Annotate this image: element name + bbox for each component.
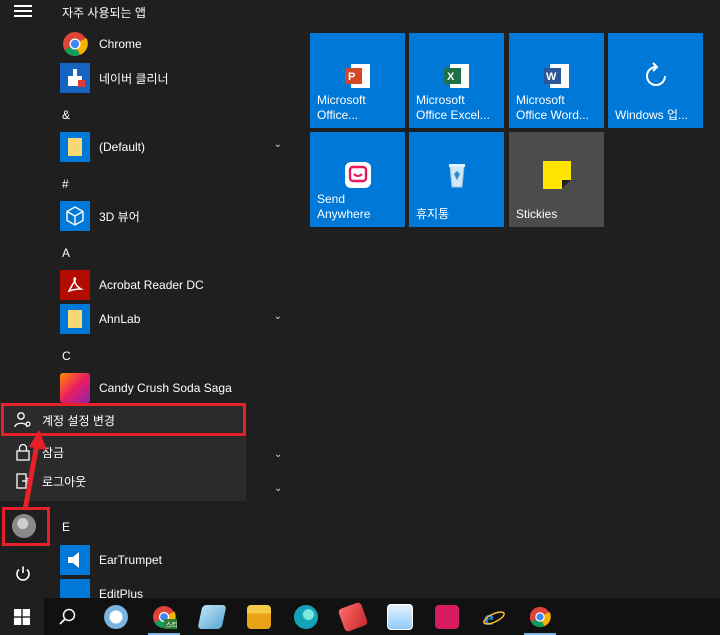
3d-viewer-icon [60,201,90,231]
eartrumpet-icon [60,545,90,575]
app-label: EarTrumpet [99,553,162,567]
notepad-icon[interactable] [190,598,234,635]
tile-label: Microsoft Office... [317,93,366,122]
app-item-eartrumpet[interactable]: EarTrumpet [60,544,292,576]
tile-stickies[interactable]: Stickies [509,132,604,227]
chevron-down-icon[interactable]: ⌄ [274,483,282,494]
stickies-icon [542,160,572,190]
tile-label: 휴지통 [416,207,450,221]
file-explorer-icon[interactable] [237,598,281,635]
frequent-apps-header: 자주 사용되는 앱 [62,6,146,20]
app-label: Acrobat Reader DC [99,278,204,292]
app-icon[interactable] [331,598,375,635]
tile-label: Microsoft Office Excel... [416,93,490,122]
svg-text:W: W [546,71,557,83]
section-letter-a[interactable]: A [62,246,70,260]
word-icon: W [542,61,572,91]
chrome-star-icon[interactable]: 스타 [142,598,186,635]
tile-office-powerpoint[interactable]: P Microsoft Office... [310,33,405,128]
hamburger-menu-icon[interactable] [14,5,32,19]
app-item-ahnlab-folder[interactable]: AhnLab ⌄ [60,303,292,335]
app-label: (Default) [99,140,146,154]
chevron-down-icon[interactable]: ⌄ [274,449,282,460]
powerpoint-icon: P [343,61,373,91]
app-label: 3D 뷰어 [99,209,140,224]
recycle-bin-icon [442,160,472,190]
app-label: AhnLab [99,312,141,326]
app-item-editplus[interactable]: EditPlus [60,578,292,598]
internet-explorer-icon[interactable]: e [472,598,516,635]
star-program-icon[interactable] [94,598,138,635]
app-item-3d-viewer[interactable]: 3D 뷰어 [60,200,292,232]
editplus-icon [60,579,90,598]
app-label: Chrome [99,37,142,51]
section-letter-hash[interactable]: # [62,177,69,191]
app-label: EditPlus [99,587,144,598]
section-letter-ampersand[interactable]: & [62,108,70,122]
naver-cleaner-icon [60,63,90,93]
svg-text:P: P [348,71,355,83]
tile-label: Windows 업... [615,108,689,122]
windows-update-icon [641,61,671,91]
app-item-acrobat-reader[interactable]: Acrobat Reader DC [60,269,292,301]
app-list: 자주 사용되는 앱 Chrome 네이버 클리너 & (Default) ⌄ # [48,0,298,598]
send-anywhere-icon [343,160,373,190]
tile-label: Send Anywhere [317,192,371,221]
chrome-icon [60,29,90,59]
svg-text:X: X [447,71,455,83]
photo-viewer-icon[interactable] [378,598,422,635]
app-label: 네이버 클리너 [99,71,169,86]
tile-label: Microsoft Office Word... [516,93,589,122]
search-icon[interactable] [46,598,90,635]
app-item-chrome[interactable]: Chrome [60,28,292,60]
folder-icon [60,304,90,334]
folder-icon [60,132,90,162]
candy-crush-icon [60,373,90,403]
app-item-default-folder[interactable]: (Default) ⌄ [60,131,292,163]
chrome-icon[interactable] [518,598,562,635]
chevron-down-icon[interactable]: ⌄ [274,311,282,322]
taskbar: 스타 e [0,598,720,635]
tile-send-anywhere[interactable]: Send Anywhere [310,132,405,227]
send-anywhere-icon[interactable] [425,598,469,635]
highlight-box-avatar [2,507,50,546]
chevron-down-icon[interactable]: ⌄ [274,139,282,150]
app-label: Candy Crush Soda Saga [99,381,232,395]
edge-icon[interactable] [284,598,328,635]
tile-label: Stickies [516,207,558,221]
tile-windows-update[interactable]: Windows 업... [608,33,703,128]
power-icon[interactable] [14,565,32,583]
windows-start-icon[interactable] [0,598,44,635]
section-letter-e[interactable]: E [62,520,70,534]
section-letter-c[interactable]: C [62,349,71,363]
chrome-badge-label: 스타 [166,620,178,629]
tile-office-excel[interactable]: X Microsoft Office Excel... [409,33,504,128]
excel-icon: X [442,61,472,91]
app-item-candy-crush[interactable]: Candy Crush Soda Saga [60,372,292,404]
tile-recycle-bin[interactable]: 휴지통 [409,132,504,227]
tile-office-word[interactable]: W Microsoft Office Word... [509,33,604,128]
red-arrow-annotation [22,430,47,511]
acrobat-icon [60,270,90,300]
start-menu: 자주 사용되는 앱 Chrome 네이버 클리너 & (Default) ⌄ # [0,0,720,598]
app-item-naver-cleaner[interactable]: 네이버 클리너 [60,62,292,94]
